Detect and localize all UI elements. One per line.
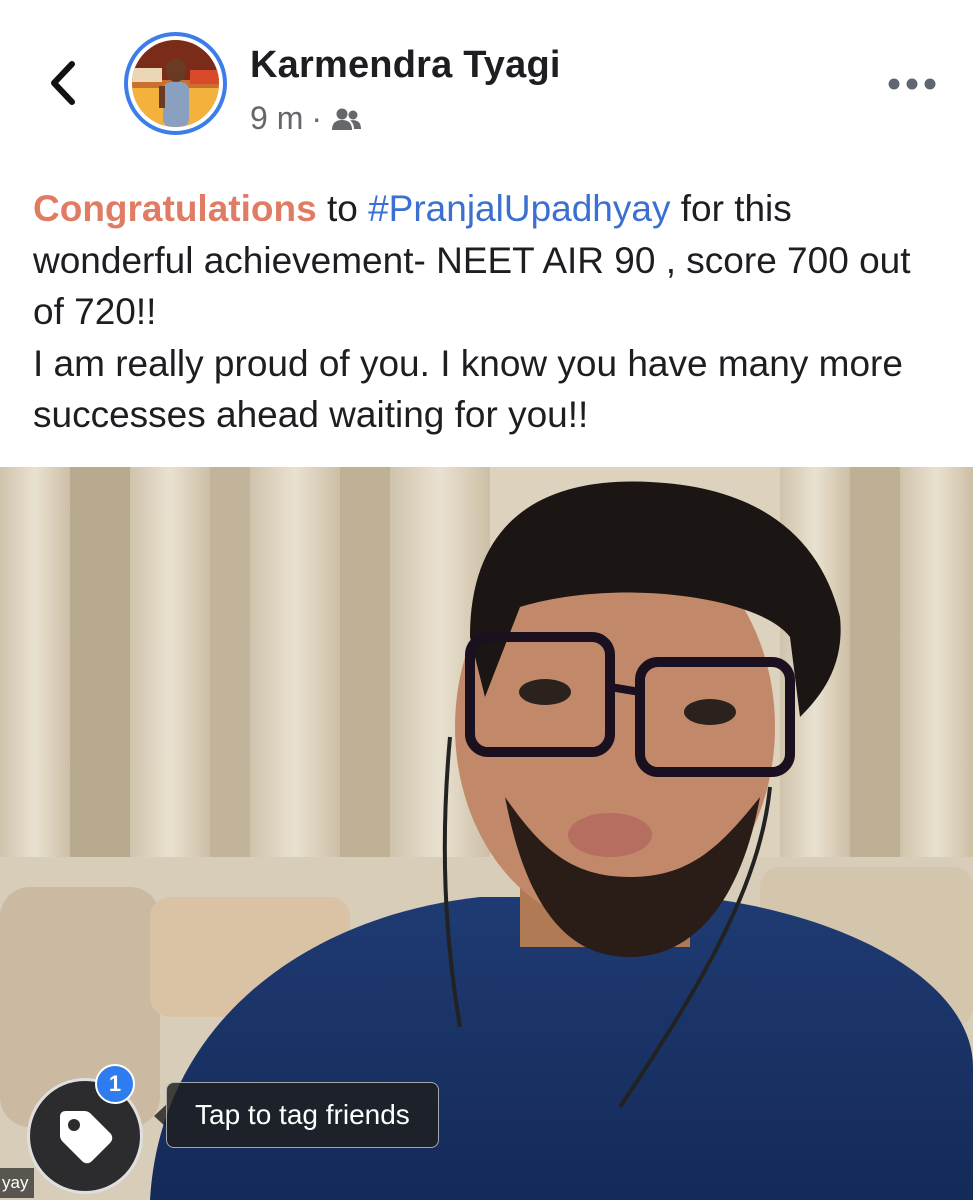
tag-tooltip[interactable]: Tap to tag friends (166, 1082, 439, 1148)
author-name[interactable]: Karmendra Tyagi (250, 44, 561, 87)
back-button[interactable] (38, 58, 88, 108)
post-paragraph-1: Congratulations to #PranjalUpadhyay for … (33, 183, 948, 338)
hashtag-link[interactable]: #PranjalUpadhyay (368, 188, 670, 229)
more-options-button[interactable] (884, 62, 940, 106)
more-horizontal-icon (888, 78, 936, 90)
avatar-image (132, 40, 219, 127)
highlight-word: Congratulations (33, 188, 317, 229)
friends-icon (332, 108, 361, 130)
meta-separator: · (311, 100, 322, 136)
chevron-left-icon (51, 61, 75, 105)
post-paragraph-2: I am really proud of you. I know you hav… (33, 342, 903, 436)
post-meta: 9 m · (250, 100, 362, 137)
text-connector: to (316, 188, 369, 229)
photo-name-label: yay (0, 1168, 35, 1198)
post-header: Karmendra Tyagi 9 m · (0, 0, 973, 160)
post-photo[interactable] (0, 467, 973, 1200)
post-screen: Karmendra Tyagi 9 m · Congratulations to… (0, 0, 973, 1200)
author-avatar[interactable] (124, 32, 227, 135)
post-timestamp[interactable]: 9 m (250, 100, 303, 137)
post-body: Congratulations to #PranjalUpadhyay for … (33, 183, 948, 441)
tag-count-badge: 1 (95, 1064, 135, 1104)
tag-icon (60, 1111, 113, 1164)
